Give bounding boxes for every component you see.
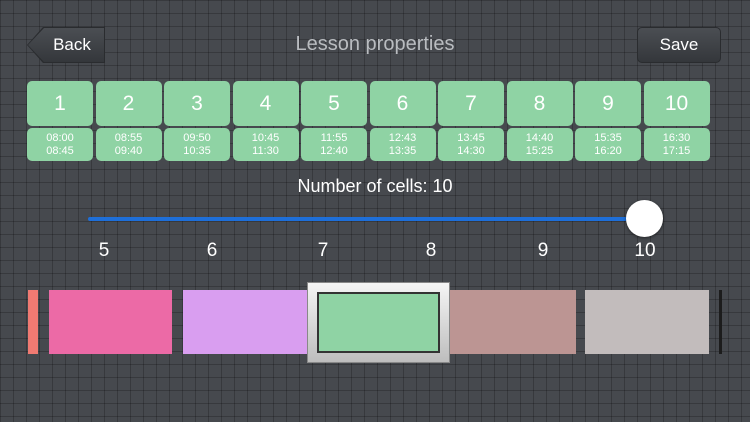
- lesson-end: 12:40: [320, 144, 348, 157]
- cell-count-slider-track[interactable]: [88, 217, 648, 221]
- slider-tick-label: 5: [98, 240, 110, 261]
- lesson-end: 13:35: [388, 144, 417, 157]
- color-swatch-lavender[interactable]: [183, 290, 307, 354]
- lesson-time: 16:30 17:15: [643, 128, 710, 161]
- lesson-end: 17:15: [662, 144, 691, 157]
- lesson-start: 10:45: [251, 131, 280, 144]
- slider-tick-label: 10: [634, 240, 656, 261]
- lesson-cells: 1 08:00 08:45 2 08:55 09:40 3 09:50 10:3…: [27, 81, 711, 161]
- lesson-start: 13:45: [457, 131, 485, 144]
- color-swatch-rose-brown[interactable]: [450, 290, 576, 354]
- lesson-end: 11:30: [252, 144, 279, 157]
- lesson-start: 08:55: [114, 131, 143, 144]
- slider-tick-label: 7: [317, 240, 329, 261]
- lesson-end: 14:30: [457, 144, 485, 157]
- color-swatch-green-selected[interactable]: [317, 292, 440, 353]
- lesson-time: 13:45 14:30: [438, 128, 504, 161]
- slider-tick-label: 6: [206, 240, 218, 261]
- lesson-time: 12:43 13:35: [369, 128, 436, 161]
- lesson-number: 3: [164, 81, 230, 126]
- lesson-time: 08:00 08:45: [27, 128, 93, 161]
- lesson-number: 8: [506, 81, 573, 126]
- lesson-number: 4: [232, 81, 299, 126]
- lesson-end: 10:35: [183, 144, 211, 157]
- lesson-start: 11:55: [320, 131, 348, 144]
- lesson-number: 1: [27, 81, 93, 126]
- lesson-number: 9: [575, 81, 641, 126]
- lesson-time: 15:35 16:20: [575, 128, 641, 161]
- lesson-start: 08:00: [46, 131, 74, 144]
- lesson-time: 08:55 09:40: [95, 128, 162, 161]
- lesson-start: 16:30: [662, 131, 691, 144]
- slider-tick-label: 8: [425, 240, 437, 261]
- lesson-time: 09:50 10:35: [164, 128, 230, 161]
- color-swatch-pink[interactable]: [49, 290, 172, 354]
- lesson-number: 5: [301, 81, 367, 126]
- lesson-number: 10: [643, 81, 710, 126]
- lesson-number: 6: [369, 81, 436, 126]
- lesson-end: 16:20: [594, 144, 622, 157]
- save-button-label: Save: [659, 35, 699, 54]
- lesson-start: 12:43: [388, 131, 417, 144]
- color-swatch-gray[interactable]: [585, 290, 709, 354]
- lesson-start: 15:35: [594, 131, 622, 144]
- color-swatch-dark-edge[interactable]: [719, 290, 722, 354]
- lesson-start: 09:50: [183, 131, 211, 144]
- save-button[interactable]: Save: [637, 27, 721, 63]
- lesson-end: 08:45: [46, 144, 74, 157]
- lesson-time: 14:40 15:25: [506, 128, 573, 161]
- color-swatch-coral[interactable]: [28, 290, 38, 354]
- lesson-start: 14:40: [525, 131, 554, 144]
- lesson-end: 09:40: [114, 144, 143, 157]
- lesson-number: 7: [438, 81, 504, 126]
- lesson-time: 11:55 12:40: [301, 128, 367, 161]
- slider-tick-label: 9: [537, 240, 549, 261]
- lesson-number: 2: [95, 81, 162, 126]
- cell-count-label: Number of cells: 10: [297, 176, 453, 196]
- lesson-time: 10:45 11:30: [232, 128, 299, 161]
- cell-count-slider-thumb[interactable]: [626, 200, 663, 237]
- lesson-end: 15:25: [525, 144, 554, 157]
- color-swatch-selected-frame[interactable]: [307, 282, 450, 363]
